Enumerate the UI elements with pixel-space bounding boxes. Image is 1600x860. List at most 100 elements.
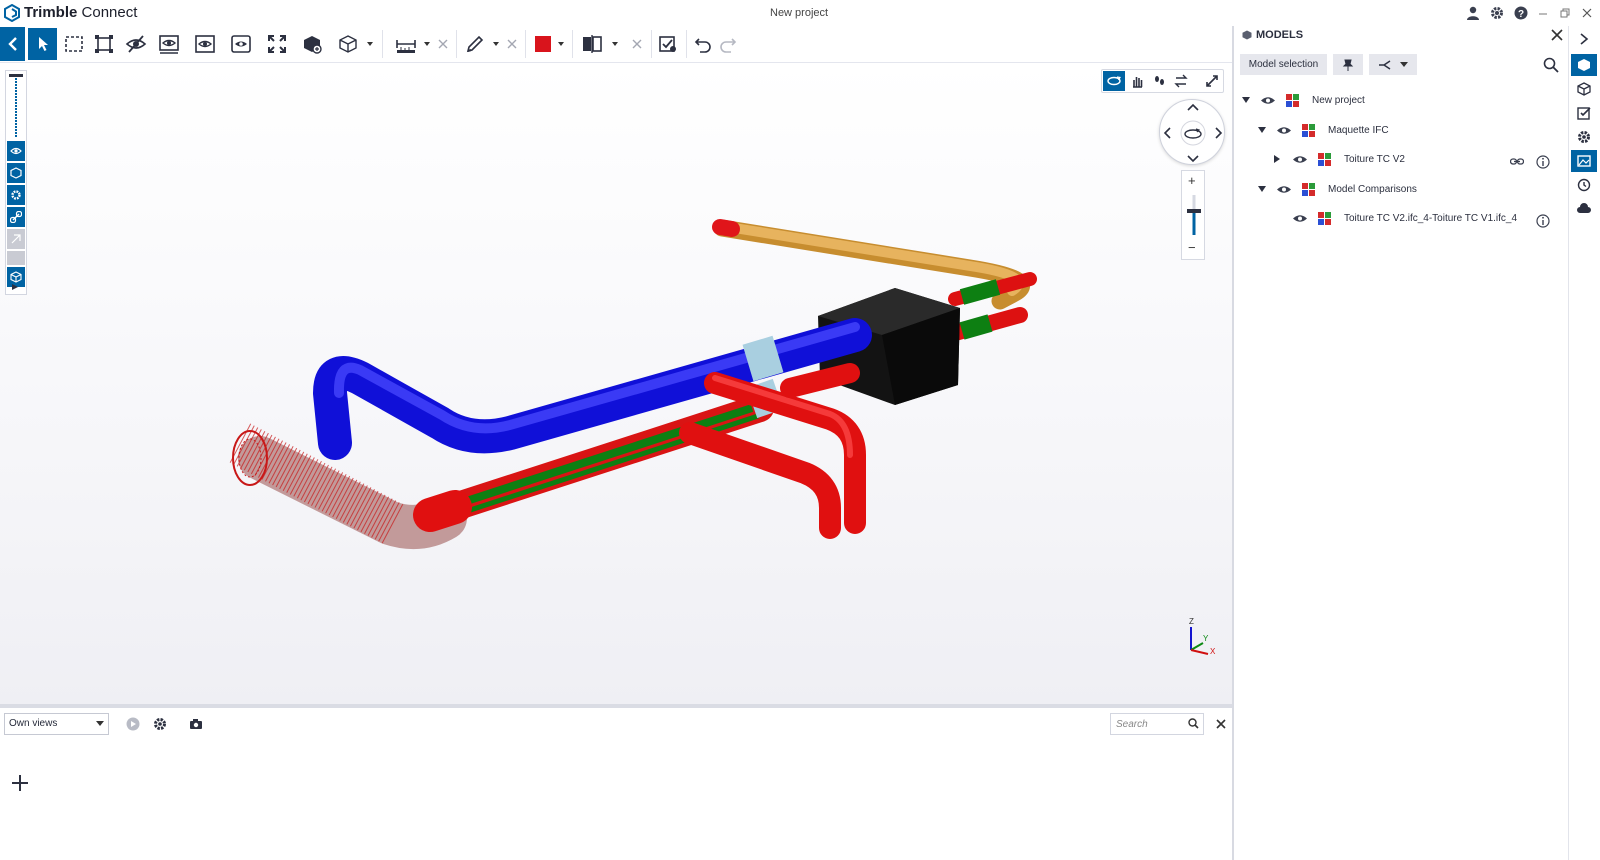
restore-icon[interactable] (1556, 4, 1574, 22)
hide-tool[interactable] (120, 28, 152, 60)
measure-tool[interactable] (390, 28, 422, 60)
minimize-icon[interactable] (1534, 4, 1552, 22)
link-tool[interactable] (7, 207, 25, 227)
box-select-tool[interactable] (58, 28, 90, 60)
search-icon[interactable] (1543, 57, 1559, 73)
3d-model-scene[interactable] (0, 63, 1232, 704)
select-tool[interactable] (28, 28, 57, 60)
red-branch-lower[interactable] (679, 422, 841, 539)
views-search-input[interactable]: Search (1110, 713, 1204, 735)
object-tool[interactable] (7, 163, 25, 183)
eye-icon[interactable] (1276, 184, 1292, 195)
eye-icon[interactable] (1292, 213, 1308, 224)
redo-button[interactable] (712, 28, 744, 60)
capture-view-button[interactable] (187, 715, 205, 733)
toolbar-divider (525, 30, 526, 58)
tree-item-maquette-ifc[interactable]: Maquette IFC (1258, 122, 1562, 140)
link-icon[interactable] (1510, 155, 1524, 169)
zoom-out-button[interactable]: − (1188, 240, 1196, 255)
todo-icon (1577, 107, 1591, 120)
slider-track-icon[interactable] (8, 73, 24, 139)
gear-icon (154, 718, 166, 730)
collapsed-triangle-icon[interactable] (1274, 155, 1281, 163)
toolbar-divider (382, 30, 383, 58)
user-icon[interactable] (1464, 4, 1482, 22)
expand-triangle-icon[interactable] (1242, 97, 1250, 104)
info-icon[interactable] (1536, 155, 1550, 169)
navigation-wheel[interactable] (1159, 99, 1225, 165)
clear-measure-button[interactable] (432, 28, 454, 60)
rail-history-button[interactable] (1571, 174, 1597, 196)
color-dropdown-icon[interactable] (556, 39, 566, 49)
add-view-icon[interactable] (11, 774, 29, 792)
isolate-tool[interactable] (153, 28, 185, 60)
rail-views-button[interactable] (1571, 150, 1597, 172)
back-button[interactable] (0, 27, 25, 61)
undo-icon (694, 38, 711, 53)
rail-models-button[interactable] (1571, 54, 1597, 76)
fit-all-tool[interactable] (261, 28, 293, 60)
filter-button[interactable] (1369, 54, 1417, 75)
rail-settings-button[interactable] (1571, 126, 1597, 148)
play-views-button[interactable] (124, 715, 142, 733)
tree-item-model-comparisons[interactable]: Model Comparisons (1258, 181, 1562, 199)
models-icon (1578, 59, 1590, 71)
fit-selection-tool[interactable] (88, 28, 120, 60)
rail-cloud-button[interactable] (1571, 198, 1597, 220)
model-selection-button[interactable]: Model selection (1240, 54, 1327, 75)
eye-icon[interactable] (1276, 125, 1292, 136)
clear-section-button[interactable] (626, 28, 648, 60)
chevron-right-icon (1580, 33, 1589, 45)
close-views-icon[interactable] (1215, 718, 1227, 730)
markup-pen-tool[interactable] (459, 28, 491, 60)
close-icon[interactable] (1550, 28, 1564, 42)
zoom-slider[interactable]: + − (1181, 170, 1205, 260)
chevron-down-icon (1400, 61, 1408, 67)
visibility-tool[interactable] (7, 141, 25, 161)
help-icon[interactable]: ? (1512, 4, 1530, 22)
settings-icon[interactable] (1488, 4, 1506, 22)
swap-mode-button[interactable] (1170, 71, 1192, 91)
clear-markup-button[interactable] (501, 28, 523, 60)
section-dropdown-icon[interactable] (610, 39, 620, 49)
expand-panel-button[interactable] (1571, 28, 1597, 50)
window-close-icon[interactable] (1578, 4, 1596, 22)
markup-pen-icon (466, 35, 484, 53)
gear-icon (11, 190, 21, 200)
red-short-stub[interactable] (780, 363, 860, 398)
markup-dropdown-icon[interactable] (491, 39, 501, 49)
section-plane-tool[interactable] (576, 28, 608, 60)
view-cube-dropdown-icon[interactable] (365, 39, 375, 49)
section-view-tool[interactable] (189, 28, 221, 60)
eye-icon[interactable] (1292, 154, 1308, 165)
fullscreen-button[interactable] (1201, 71, 1223, 91)
axis-z-label: Z (1189, 617, 1194, 626)
expand-triangle-icon[interactable] (1258, 186, 1266, 193)
clash-check-tool[interactable] (652, 28, 684, 60)
title-bar: Trimble Connect New project ? (0, 0, 1600, 26)
settings-tool[interactable] (7, 185, 25, 205)
pan-mode-button[interactable] (1126, 71, 1148, 91)
object-properties-tool[interactable] (296, 28, 328, 60)
color-swatch-button[interactable] (527, 28, 559, 60)
views-dropdown[interactable]: Own views (4, 713, 109, 735)
eye-icon[interactable] (1260, 95, 1276, 106)
expand-triangle-icon[interactable] (1258, 127, 1266, 134)
views-settings-button[interactable] (151, 715, 169, 733)
models-title: MODELS (1256, 29, 1304, 41)
3d-viewport[interactable]: + − Z Y X (0, 63, 1232, 704)
orbit-mode-button[interactable] (1103, 71, 1125, 91)
rail-todo-button[interactable] (1571, 102, 1597, 124)
walk-mode-button[interactable] (1148, 71, 1170, 91)
view-cube-tool[interactable] (332, 28, 364, 60)
zoom-in-button[interactable]: + (1188, 173, 1196, 188)
tree-item-new-project[interactable]: New project (1242, 92, 1562, 110)
info-icon[interactable] (1536, 214, 1550, 228)
views-panel: Own views Search (0, 704, 1232, 860)
show-all-tool[interactable] (225, 28, 257, 60)
measure-dropdown-icon[interactable] (422, 39, 432, 49)
expand-strip-icon[interactable] (11, 283, 19, 291)
tree-item-comparison-result[interactable]: Toiture TC V2.ifc_4-Toiture TC V1.ifc_4 (1274, 210, 1562, 228)
rail-objects-button[interactable] (1571, 78, 1597, 100)
pin-button[interactable] (1333, 54, 1363, 75)
